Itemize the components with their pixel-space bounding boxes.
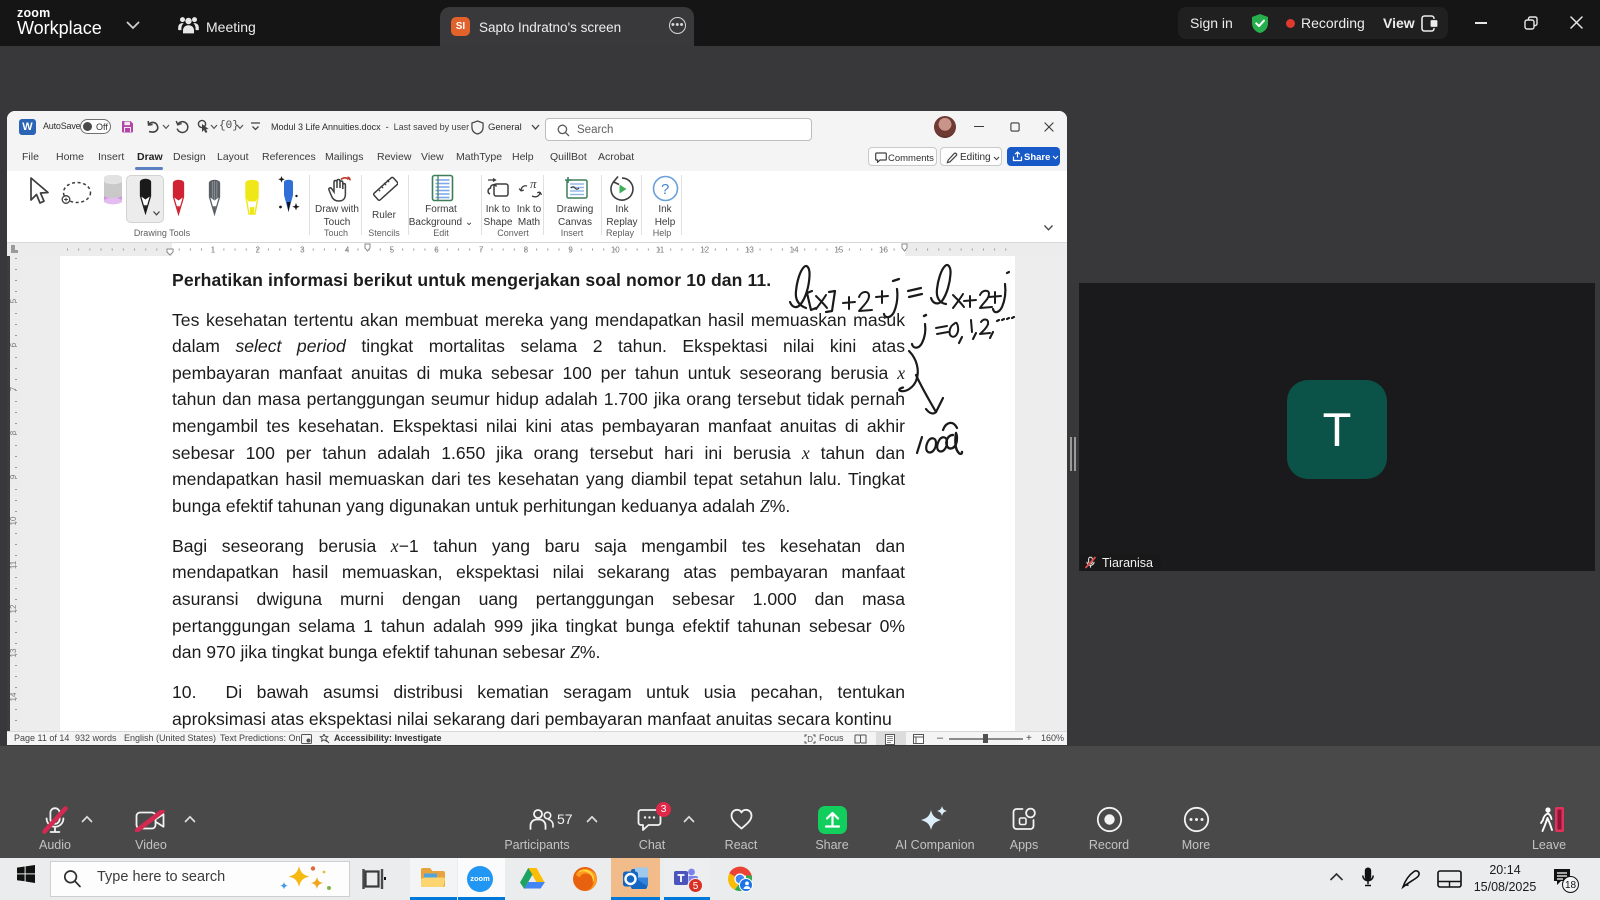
svg-text:8: 8 (524, 246, 529, 255)
svg-text:3: 3 (300, 246, 305, 255)
svg-text:10: 10 (10, 516, 18, 525)
svg-text:?: ? (661, 181, 669, 198)
svg-text:π: π (530, 177, 537, 191)
svg-text:5: 5 (390, 246, 395, 255)
svg-text:12: 12 (700, 246, 709, 255)
svg-text:D: D (807, 735, 813, 744)
svg-text:4: 4 (345, 246, 350, 255)
svg-text:11: 11 (656, 246, 665, 255)
svg-text:13: 13 (745, 246, 754, 255)
svg-text:13: 13 (10, 648, 18, 657)
svg-text:7: 7 (479, 246, 484, 255)
svg-text:11: 11 (10, 560, 18, 569)
svg-text:12: 12 (10, 604, 18, 613)
svg-text:1: 1 (211, 246, 216, 255)
svg-text:14: 14 (10, 692, 18, 701)
svg-text:6: 6 (434, 246, 439, 255)
svg-text:2: 2 (255, 246, 260, 255)
svg-text:10: 10 (611, 246, 620, 255)
svg-text:9: 9 (568, 246, 573, 255)
